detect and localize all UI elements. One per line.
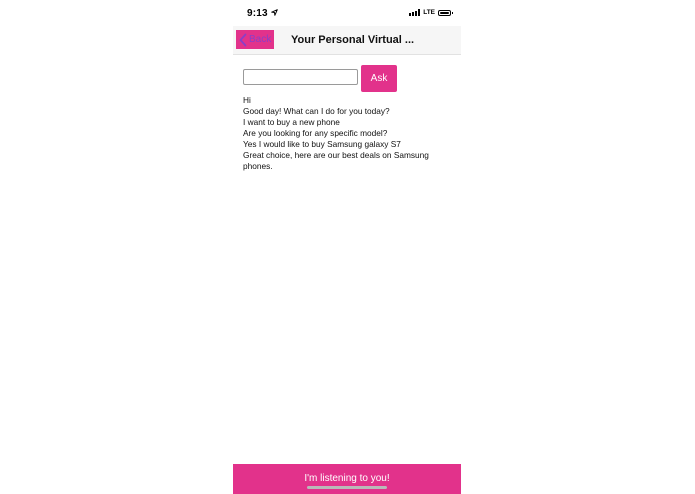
navigation-bar: Back Your Personal Virtual ... — [233, 26, 461, 55]
location-arrow-icon — [271, 9, 278, 16]
ask-button[interactable]: Ask — [361, 65, 397, 92]
listening-label: I'm listening to you! — [304, 473, 390, 484]
back-button[interactable]: Back — [236, 30, 274, 49]
phone-screen: 9:13 LTE Back Your Personal Virtual ... … — [233, 0, 461, 494]
status-time-text: 9:13 — [247, 8, 268, 19]
status-time: 9:13 — [247, 8, 278, 19]
status-indicators: LTE — [409, 9, 453, 16]
listening-button[interactable]: I'm listening to you! — [233, 464, 461, 494]
conversation-message: I want to buy a new phone — [243, 117, 340, 127]
home-indicator[interactable] — [307, 486, 387, 489]
screen-stage: 9:13 LTE Back Your Personal Virtual ... … — [0, 0, 695, 494]
conversation-message: Are you looking for any specific model? — [243, 128, 388, 138]
back-button-label: Back — [249, 34, 272, 45]
status-bar: 9:13 LTE — [233, 0, 461, 26]
conversation-message: Yes I would like to buy Samsung galaxy S… — [243, 139, 401, 149]
network-type-label: LTE — [423, 9, 435, 16]
conversation-message: Good day! What can I do for you today? — [243, 106, 390, 116]
page-title: Your Personal Virtual ... — [291, 34, 415, 46]
conversation-message: Great choice, here are our best deals on… — [243, 150, 429, 171]
signal-bars-icon — [409, 9, 421, 16]
battery-icon — [438, 9, 453, 16]
conversation-log: Hi Good day! What can I do for you today… — [243, 95, 453, 172]
conversation-message: Hi — [243, 95, 251, 105]
question-input[interactable] — [243, 69, 358, 85]
chevron-left-icon — [239, 33, 247, 46]
